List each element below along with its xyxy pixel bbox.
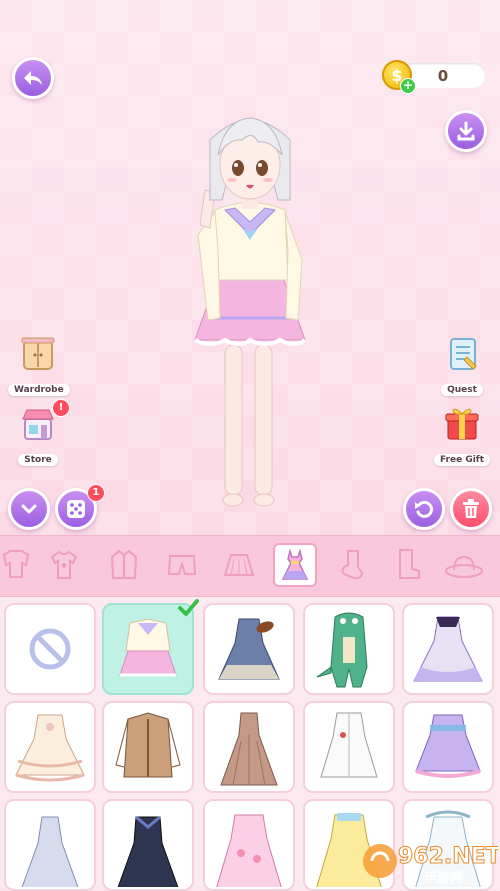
undo-icon	[415, 500, 433, 518]
outfit-blue-gown[interactable]	[4, 799, 96, 891]
category-jacket[interactable]	[102, 543, 146, 587]
pink-lolita-dress-item	[216, 814, 282, 887]
add-coins-button[interactable]: +	[400, 78, 416, 94]
wardrobe-button[interactable]: Wardrobe	[8, 335, 70, 396]
wardrobe-icon	[21, 337, 55, 370]
dress-icon	[281, 548, 309, 580]
category-bar	[0, 535, 500, 597]
delete-button[interactable]	[450, 488, 492, 530]
bodysuit-icon	[2, 550, 30, 578]
outfit-white-jacket-dress[interactable]	[303, 701, 395, 793]
quest-label: Quest	[441, 384, 483, 396]
save-image-button[interactable]	[445, 110, 487, 152]
collapse-button[interactable]	[8, 488, 50, 530]
blue-gown-item	[21, 816, 79, 887]
trash-icon	[463, 499, 479, 518]
cream-frill-dress-item	[15, 714, 85, 782]
brown-jacket-outfit-item	[115, 712, 181, 778]
dice-count-badge: 1	[87, 484, 105, 502]
dinosaur-costume-item	[316, 612, 368, 688]
prohibited-icon	[29, 628, 71, 670]
chevron-down-icon	[21, 504, 37, 514]
gift-icon	[445, 408, 479, 440]
shorts-icon	[167, 555, 197, 575]
category-boots[interactable]	[385, 543, 429, 587]
gift-label: Free Gift	[433, 454, 491, 466]
coin-counter: 0 $ +	[382, 60, 486, 94]
white-jacket-dress-item	[320, 712, 378, 778]
quest-button[interactable]: Quest	[432, 335, 492, 396]
jacket-icon	[110, 549, 138, 579]
category-socks[interactable]	[330, 543, 374, 587]
back-button[interactable]	[12, 57, 54, 99]
purple-gothic-dress-item	[413, 616, 483, 682]
wardrobe-label: Wardrobe	[8, 384, 70, 396]
category-skirt[interactable]	[217, 543, 261, 587]
site-watermark: 962.NET 乐游网	[358, 836, 500, 886]
hat-icon	[445, 555, 483, 578]
purple-lolita-dress-item	[415, 714, 481, 778]
watermark-brand: 962.NET	[398, 844, 498, 869]
outfit-purple-gothic-dress[interactable]	[402, 603, 494, 695]
violin-dress-item	[218, 618, 280, 680]
outfit-purple-lolita-dress[interactable]	[402, 701, 494, 793]
sailor-uniform-item	[119, 618, 177, 677]
outfit-violin-dress[interactable]	[203, 603, 295, 695]
store-button[interactable]: Store !	[8, 399, 70, 466]
category-hat[interactable]	[442, 543, 486, 587]
outfit-cream-frill-dress[interactable]	[4, 701, 96, 793]
category-dress[interactable]	[273, 543, 317, 587]
undo-button[interactable]	[403, 488, 445, 530]
free-gift-button[interactable]: Free Gift	[432, 403, 492, 466]
selected-check-icon	[178, 599, 199, 616]
character-stage: 0 $ + Wardrobe Store ! Quest Free Gift 1	[0, 0, 500, 535]
watermark-sub: 乐游网	[424, 870, 463, 886]
outfit-dinosaur-costume[interactable]	[303, 603, 395, 695]
store-icon	[22, 409, 54, 440]
quest-icon	[450, 338, 477, 370]
outfit-brown-lace-gown[interactable]	[203, 701, 295, 793]
outfit-brown-jacket-outfit[interactable]	[102, 701, 194, 793]
watermark-logo: 962.NET 乐游网	[363, 844, 500, 886]
category-bodysuit[interactable]	[0, 543, 38, 587]
dice-icon	[67, 500, 85, 518]
skirt-icon	[223, 554, 255, 576]
category-shorts[interactable]	[160, 543, 204, 587]
socks-icon	[341, 550, 364, 580]
outfit-pink-lolita-dress[interactable]	[203, 799, 295, 891]
back-arrow-icon	[24, 71, 42, 85]
store-label: Store	[18, 454, 58, 466]
store-alert-badge: !	[52, 399, 70, 417]
outfit-none[interactable]	[4, 603, 96, 695]
outfit-black-dress[interactable]	[102, 799, 194, 891]
black-dress-item	[117, 815, 179, 887]
boots-icon	[399, 549, 420, 579]
brown-lace-gown-item	[220, 712, 278, 786]
doll-character	[194, 117, 307, 507]
tshirt-icon	[50, 550, 78, 579]
download-icon	[457, 121, 475, 141]
category-top[interactable]	[42, 543, 86, 587]
